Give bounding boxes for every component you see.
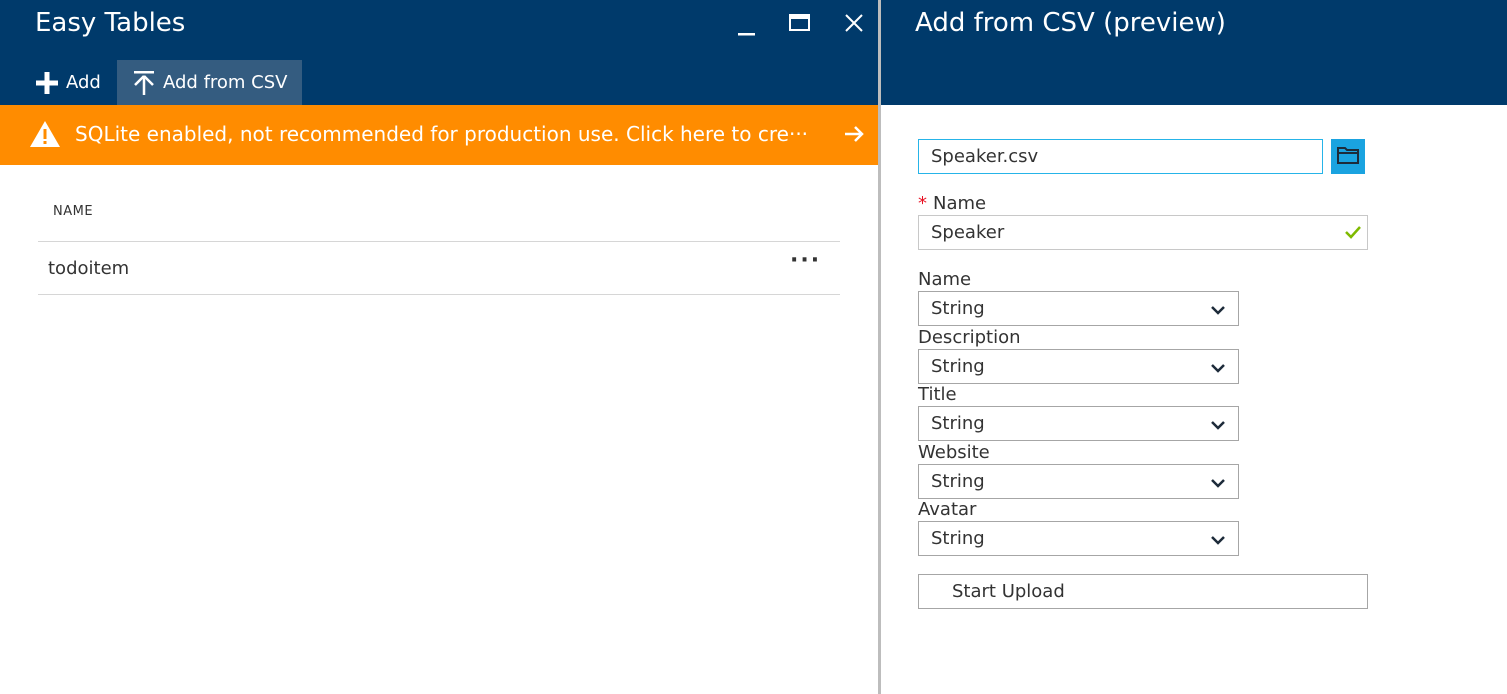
arrow-right-icon xyxy=(843,123,865,150)
select-value: String xyxy=(931,298,985,319)
chevron-down-icon xyxy=(1210,301,1226,322)
row-divider xyxy=(38,294,840,295)
add-from-csv-label: Add from CSV xyxy=(163,72,288,93)
minimize-icon[interactable] xyxy=(733,10,763,40)
column-type-select-description[interactable]: String xyxy=(918,349,1239,384)
name-column-header: NAME xyxy=(53,204,94,219)
add-from-csv-blade: Add from CSV (preview) Speaker.csv * Name… xyxy=(881,0,1507,694)
name-field-label: * Name xyxy=(918,193,986,214)
table-name-input[interactable]: Speaker xyxy=(918,215,1368,250)
chevron-down-icon xyxy=(1210,416,1226,437)
select-value: String xyxy=(931,413,985,434)
easy-tables-blade: Easy Tables Add Add from CSV SQLite enab… xyxy=(0,0,878,694)
column-label-title: Title xyxy=(918,384,957,405)
sqlite-warning-banner[interactable]: SQLite enabled, not recommended for prod… xyxy=(0,105,878,165)
close-icon[interactable] xyxy=(840,10,870,40)
add-button[interactable]: Add xyxy=(35,60,101,105)
upload-icon xyxy=(132,70,156,96)
select-value: String xyxy=(931,356,985,377)
required-marker: * xyxy=(918,193,927,214)
table-row-name[interactable]: todoitem xyxy=(48,258,129,279)
chevron-down-icon xyxy=(1210,359,1226,380)
blade-header: Easy Tables Add Add from CSV xyxy=(0,0,878,105)
add-button-label: Add xyxy=(66,72,101,93)
blade-title: Easy Tables xyxy=(35,8,186,38)
blade-title: Add from CSV (preview) xyxy=(915,8,1226,38)
plus-icon xyxy=(35,71,59,95)
warning-icon xyxy=(29,119,61,154)
column-type-select-avatar[interactable]: String xyxy=(918,521,1239,556)
chevron-down-icon xyxy=(1210,474,1226,495)
column-type-select-title[interactable]: String xyxy=(918,406,1239,441)
chevron-down-icon xyxy=(1210,531,1226,552)
column-type-select-website[interactable]: String xyxy=(918,464,1239,499)
column-label-website: Website xyxy=(918,442,990,463)
start-upload-button[interactable]: Start Upload xyxy=(918,574,1368,609)
csv-file-input[interactable]: Speaker.csv xyxy=(918,139,1323,174)
name-label-text: Name xyxy=(933,193,987,214)
select-value: String xyxy=(931,471,985,492)
header-divider xyxy=(38,241,840,242)
maximize-icon[interactable] xyxy=(785,10,815,40)
column-label-avatar: Avatar xyxy=(918,499,977,520)
folder-icon xyxy=(1336,145,1360,169)
select-value: String xyxy=(931,528,985,549)
column-label-name: Name xyxy=(918,269,972,290)
blade-header: Add from CSV (preview) xyxy=(881,0,1507,105)
column-label-description: Description xyxy=(918,327,1021,348)
checkmark-icon xyxy=(1344,223,1362,245)
add-from-csv-button[interactable]: Add from CSV xyxy=(117,60,302,105)
browse-button[interactable] xyxy=(1331,139,1365,174)
more-options-icon[interactable]: ··· xyxy=(790,248,821,273)
warning-text: SQLite enabled, not recommended for prod… xyxy=(75,122,809,146)
column-type-select-name[interactable]: String xyxy=(918,291,1239,326)
